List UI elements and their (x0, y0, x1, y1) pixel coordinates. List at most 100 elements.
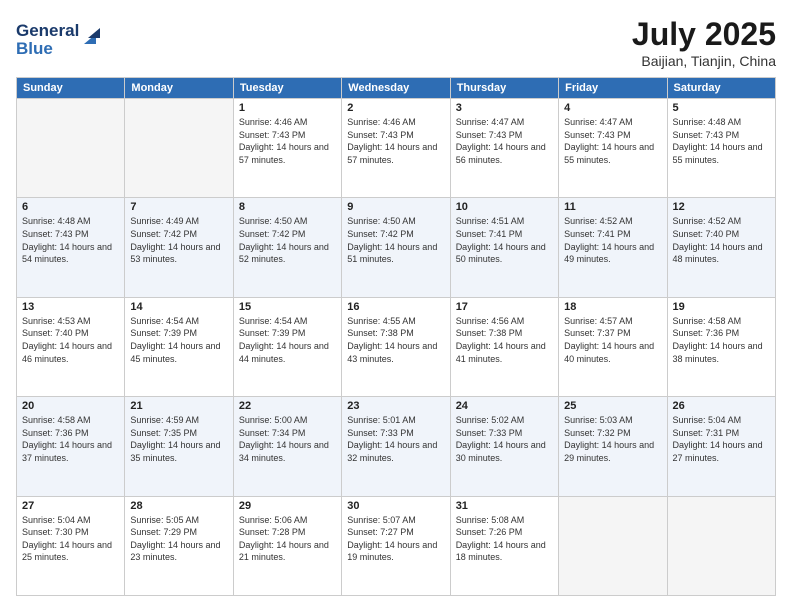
calendar-cell: 27 Sunrise: 5:04 AMSunset: 7:30 PMDayligh… (17, 496, 125, 595)
day-number: 4 (564, 102, 661, 114)
day-number: 18 (564, 301, 661, 313)
day-info: Sunrise: 4:50 AMSunset: 7:42 PMDaylight:… (239, 215, 336, 265)
week-row-5: 27 Sunrise: 5:04 AMSunset: 7:30 PMDayligh… (17, 496, 776, 595)
day-number: 1 (239, 102, 336, 114)
day-info: Sunrise: 4:50 AMSunset: 7:42 PMDaylight:… (347, 215, 444, 265)
day-info: Sunrise: 4:48 AMSunset: 7:43 PMDaylight:… (22, 215, 119, 265)
day-info: Sunrise: 4:52 AMSunset: 7:41 PMDaylight:… (564, 215, 661, 265)
weekday-header-tuesday: Tuesday (233, 78, 341, 99)
day-number: 8 (239, 201, 336, 213)
calendar-cell: 30 Sunrise: 5:07 AMSunset: 7:27 PMDayligh… (342, 496, 450, 595)
calendar-cell: 23 Sunrise: 5:01 AMSunset: 7:33 PMDayligh… (342, 397, 450, 496)
day-info: Sunrise: 4:46 AMSunset: 7:43 PMDaylight:… (239, 116, 336, 166)
calendar-cell: 13Sunrise: 4:53 AMSunset: 7:40 PMDayligh… (17, 297, 125, 396)
day-number: 17 (456, 301, 553, 313)
calendar-cell (667, 496, 775, 595)
week-row-1: 1 Sunrise: 4:46 AMSunset: 7:43 PMDaylight… (17, 99, 776, 198)
day-number: 26 (673, 400, 770, 412)
day-number: 3 (456, 102, 553, 114)
day-info: Sunrise: 5:05 AMSunset: 7:29 PMDaylight:… (130, 514, 227, 564)
day-number: 12 (673, 201, 770, 213)
day-info: Sunrise: 4:58 AMSunset: 7:36 PMDaylight:… (22, 414, 119, 464)
weekday-header-row: SundayMondayTuesdayWednesdayThursdayFrid… (17, 78, 776, 99)
day-info: Sunrise: 5:04 AMSunset: 7:30 PMDaylight:… (22, 514, 119, 564)
calendar-cell: 15Sunrise: 4:54 AMSunset: 7:39 PMDayligh… (233, 297, 341, 396)
day-info: Sunrise: 4:51 AMSunset: 7:41 PMDaylight:… (456, 215, 553, 265)
calendar-cell: 20Sunrise: 4:58 AMSunset: 7:36 PMDayligh… (17, 397, 125, 496)
logo-icon: General Blue (16, 16, 116, 60)
title-block: July 2025 Baijian, Tianjin, China (632, 16, 776, 69)
calendar-cell: 3 Sunrise: 4:47 AMSunset: 7:43 PMDaylight… (450, 99, 558, 198)
day-info: Sunrise: 5:02 AMSunset: 7:33 PMDaylight:… (456, 414, 553, 464)
calendar-cell: 28 Sunrise: 5:05 AMSunset: 7:29 PMDayligh… (125, 496, 233, 595)
week-row-4: 20Sunrise: 4:58 AMSunset: 7:36 PMDayligh… (17, 397, 776, 496)
calendar-cell: 31Sunrise: 5:08 AMSunset: 7:26 PMDayligh… (450, 496, 558, 595)
calendar-cell: 4 Sunrise: 4:47 AMSunset: 7:43 PMDaylight… (559, 99, 667, 198)
day-info: Sunrise: 5:00 AMSunset: 7:34 PMDaylight:… (239, 414, 336, 464)
calendar-cell: 12 Sunrise: 4:52 AMSunset: 7:40 PMDayligh… (667, 198, 775, 297)
week-row-2: 6 Sunrise: 4:48 AMSunset: 7:43 PMDaylight… (17, 198, 776, 297)
day-info: Sunrise: 5:08 AMSunset: 7:26 PMDaylight:… (456, 514, 553, 564)
day-number: 29 (239, 500, 336, 512)
calendar-cell: 21Sunrise: 4:59 AMSunset: 7:35 PMDayligh… (125, 397, 233, 496)
calendar-page: General Blue July 2025 Baijian, Tianjin,… (0, 0, 792, 612)
day-info: Sunrise: 4:52 AMSunset: 7:40 PMDaylight:… (673, 215, 770, 265)
day-number: 28 (130, 500, 227, 512)
day-number: 14 (130, 301, 227, 313)
day-info: Sunrise: 4:47 AMSunset: 7:43 PMDaylight:… (456, 116, 553, 166)
month-year: July 2025 (632, 16, 776, 53)
day-info: Sunrise: 5:03 AMSunset: 7:32 PMDaylight:… (564, 414, 661, 464)
week-row-3: 13Sunrise: 4:53 AMSunset: 7:40 PMDayligh… (17, 297, 776, 396)
calendar-cell: 6 Sunrise: 4:48 AMSunset: 7:43 PMDaylight… (17, 198, 125, 297)
calendar-cell: 26 Sunrise: 5:04 AMSunset: 7:31 PMDayligh… (667, 397, 775, 496)
calendar-cell: 14 Sunrise: 4:54 AMSunset: 7:39 PMDayligh… (125, 297, 233, 396)
calendar-cell: 1 Sunrise: 4:46 AMSunset: 7:43 PMDaylight… (233, 99, 341, 198)
calendar-cell: 22Sunrise: 5:00 AMSunset: 7:34 PMDayligh… (233, 397, 341, 496)
day-info: Sunrise: 4:46 AMSunset: 7:43 PMDaylight:… (347, 116, 444, 166)
day-info: Sunrise: 5:04 AMSunset: 7:31 PMDaylight:… (673, 414, 770, 464)
day-info: Sunrise: 4:58 AMSunset: 7:36 PMDaylight:… (673, 315, 770, 365)
day-number: 7 (130, 201, 227, 213)
calendar-cell (559, 496, 667, 595)
day-number: 24 (456, 400, 553, 412)
day-number: 30 (347, 500, 444, 512)
logo: General Blue (16, 16, 116, 65)
calendar-cell: 16Sunrise: 4:55 AMSunset: 7:38 PMDayligh… (342, 297, 450, 396)
calendar-cell: 17 Sunrise: 4:56 AMSunset: 7:38 PMDayligh… (450, 297, 558, 396)
calendar-cell: 2 Sunrise: 4:46 AMSunset: 7:43 PMDaylight… (342, 99, 450, 198)
calendar-cell: 9 Sunrise: 4:50 AMSunset: 7:42 PMDaylight… (342, 198, 450, 297)
day-number: 6 (22, 201, 119, 213)
calendar-cell: 18 Sunrise: 4:57 AMSunset: 7:37 PMDayligh… (559, 297, 667, 396)
weekday-header-friday: Friday (559, 78, 667, 99)
calendar-cell: 25Sunrise: 5:03 AMSunset: 7:32 PMDayligh… (559, 397, 667, 496)
calendar-cell: 19 Sunrise: 4:58 AMSunset: 7:36 PMDayligh… (667, 297, 775, 396)
day-number: 2 (347, 102, 444, 114)
day-number: 16 (347, 301, 444, 313)
calendar-cell: 11Sunrise: 4:52 AMSunset: 7:41 PMDayligh… (559, 198, 667, 297)
day-number: 21 (130, 400, 227, 412)
day-info: Sunrise: 4:56 AMSunset: 7:38 PMDaylight:… (456, 315, 553, 365)
day-number: 27 (22, 500, 119, 512)
day-number: 23 (347, 400, 444, 412)
day-info: Sunrise: 5:01 AMSunset: 7:33 PMDaylight:… (347, 414, 444, 464)
header: General Blue July 2025 Baijian, Tianjin,… (16, 16, 776, 69)
day-number: 9 (347, 201, 444, 213)
weekday-header-monday: Monday (125, 78, 233, 99)
day-number: 19 (673, 301, 770, 313)
day-info: Sunrise: 4:54 AMSunset: 7:39 PMDaylight:… (130, 315, 227, 365)
day-info: Sunrise: 4:47 AMSunset: 7:43 PMDaylight:… (564, 116, 661, 166)
day-info: Sunrise: 5:07 AMSunset: 7:27 PMDaylight:… (347, 514, 444, 564)
calendar-cell: 10Sunrise: 4:51 AMSunset: 7:41 PMDayligh… (450, 198, 558, 297)
day-info: Sunrise: 4:54 AMSunset: 7:39 PMDaylight:… (239, 315, 336, 365)
calendar-cell (125, 99, 233, 198)
weekday-header-sunday: Sunday (17, 78, 125, 99)
day-info: Sunrise: 5:06 AMSunset: 7:28 PMDaylight:… (239, 514, 336, 564)
day-info: Sunrise: 4:53 AMSunset: 7:40 PMDaylight:… (22, 315, 119, 365)
calendar-cell: 5Sunrise: 4:48 AMSunset: 7:43 PMDaylight… (667, 99, 775, 198)
weekday-header-thursday: Thursday (450, 78, 558, 99)
calendar-cell: 29 Sunrise: 5:06 AMSunset: 7:28 PMDayligh… (233, 496, 341, 595)
day-number: 5 (673, 102, 770, 114)
day-info: Sunrise: 4:49 AMSunset: 7:42 PMDaylight:… (130, 215, 227, 265)
calendar-cell (17, 99, 125, 198)
day-info: Sunrise: 4:57 AMSunset: 7:37 PMDaylight:… (564, 315, 661, 365)
